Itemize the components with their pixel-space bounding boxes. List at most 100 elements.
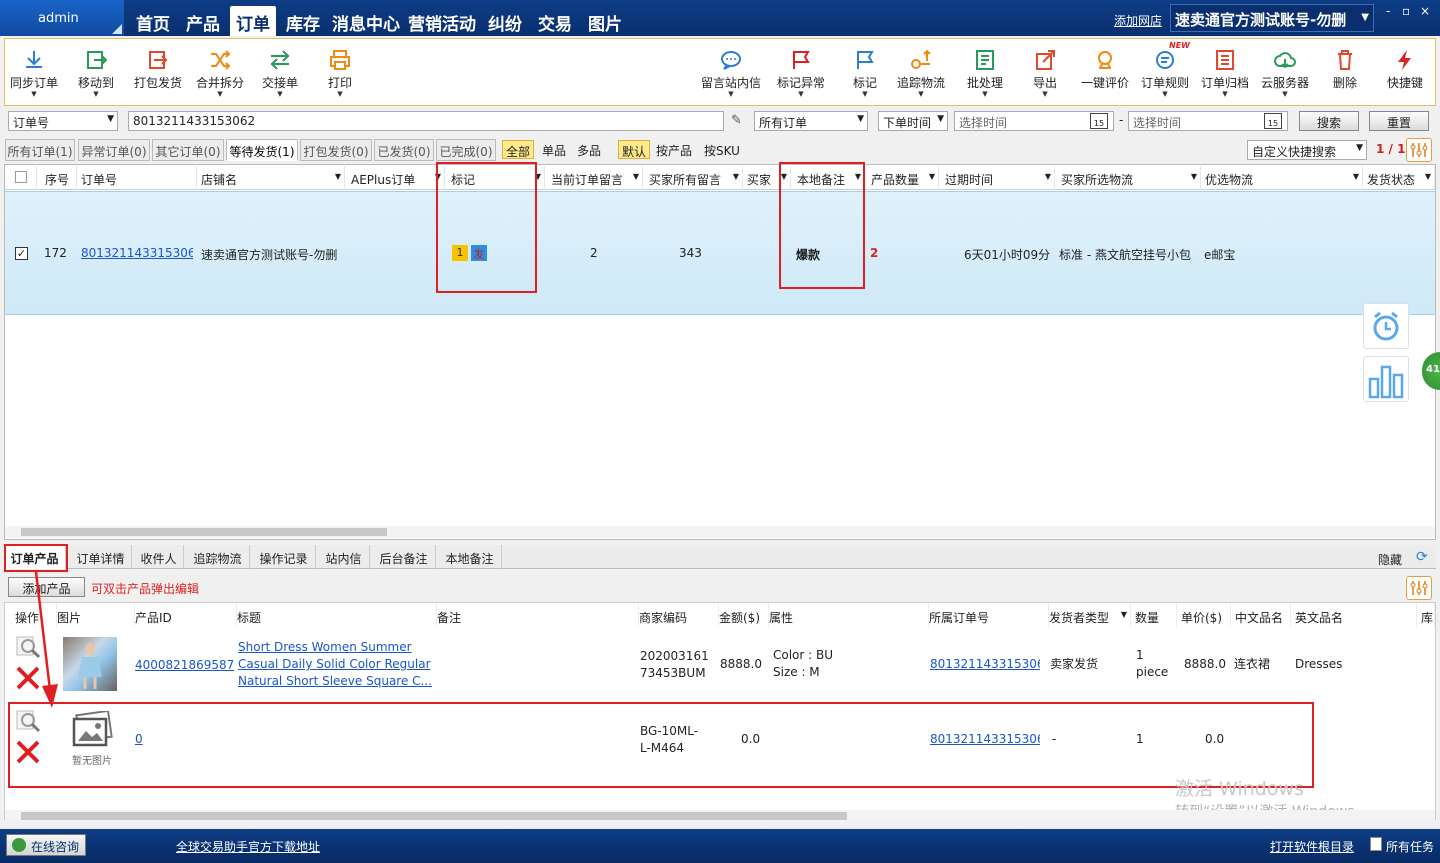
- close-button[interactable]: ×: [1420, 4, 1430, 18]
- tab-abnormal-orders[interactable]: 异常订单(0): [78, 139, 150, 161]
- filter-all[interactable]: 全部: [502, 140, 534, 159]
- nav-home[interactable]: 首页: [130, 6, 176, 36]
- restore-button[interactable]: ▫: [1402, 4, 1410, 18]
- pcol-attributes[interactable]: 属性: [769, 603, 929, 627]
- toolbar-left-5-button[interactable]: 打印 ▼: [310, 38, 370, 104]
- order-scope-select[interactable]: 所有订单 ▼: [754, 111, 868, 131]
- col-seq[interactable]: 序号: [37, 166, 77, 190]
- toolbar-right-7-button[interactable]: 订单规则 ▼ NEW: [1134, 38, 1196, 104]
- nav-messages[interactable]: 消息中心: [330, 6, 402, 36]
- nav-orders[interactable]: 订单: [230, 6, 276, 36]
- settings-sliders-icon[interactable]: [1406, 138, 1432, 162]
- pcol-product-id[interactable]: 产品ID: [135, 603, 237, 627]
- pcol-amount[interactable]: 金额($): [719, 603, 769, 627]
- toolbar-right-1-button[interactable]: 标记异常 ▼: [770, 38, 832, 104]
- tab-shipped[interactable]: 已发货(0): [374, 139, 434, 161]
- pcol-en-name[interactable]: 英文品名: [1291, 603, 1417, 627]
- pcol-title[interactable]: 标题: [237, 603, 437, 627]
- tab-packed[interactable]: 打包发货(0): [300, 139, 372, 161]
- filter-multi[interactable]: 多品: [573, 140, 605, 159]
- quick-search-select[interactable]: 自定义快捷搜索 ▼: [1247, 140, 1367, 160]
- order-row[interactable]: ✓ 172 8013211433153062 速卖通官方测试账号-勿删 1 发 …: [5, 191, 1435, 315]
- toolbar-right-4-button[interactable]: 批处理 ▼: [954, 38, 1016, 104]
- toolbar-right-8-button[interactable]: 订单归档 ▼: [1194, 38, 1256, 104]
- toolbar-left-4-button[interactable]: 交接单 ▼: [250, 38, 310, 104]
- product-title[interactable]: Short Dress Women Summer Casual Daily So…: [238, 639, 432, 690]
- tab-tracking[interactable]: 追踪物流: [186, 545, 250, 569]
- tab-order-details[interactable]: 订单详情: [70, 545, 132, 569]
- sort-default[interactable]: 默认: [618, 140, 650, 159]
- col-expire[interactable]: 过期时间 ▼: [939, 166, 1055, 190]
- toolbar-right-9-button[interactable]: 云服务器 ▼: [1254, 38, 1316, 104]
- online-consult-button[interactable]: 在线咨询: [6, 834, 86, 856]
- all-tasks-link[interactable]: 所有任务: [1386, 838, 1434, 855]
- product-order-link[interactable]: 8013211433153062: [930, 656, 1040, 673]
- col-ship-status[interactable]: 发货状态 ▼: [1363, 166, 1435, 190]
- time-type-select[interactable]: 下单时间 ▼: [878, 111, 948, 131]
- bar-chart-icon[interactable]: [1363, 356, 1409, 402]
- calendar-icon[interactable]: 15: [1264, 113, 1282, 129]
- toolbar-right-2-button[interactable]: 标记 ▼: [834, 38, 896, 104]
- reset-button[interactable]: 重置: [1369, 111, 1429, 131]
- tab-messages[interactable]: 站内信: [318, 545, 370, 569]
- nav-images[interactable]: 图片: [582, 6, 628, 36]
- calendar-icon[interactable]: 15: [1090, 113, 1108, 129]
- row-order-no-link[interactable]: 8013211433153062: [81, 246, 193, 260]
- add-shop-link[interactable]: 添加网店: [1114, 12, 1162, 29]
- pcol-shipper[interactable]: 发货者类型 ▼: [1049, 603, 1131, 627]
- alarm-clock-icon[interactable]: [1363, 303, 1409, 349]
- toolbar-right-6-button[interactable]: 一键评价: [1074, 38, 1136, 104]
- col-buyer-logistics[interactable]: 买家所选物流 ▼: [1055, 166, 1201, 190]
- col-buyer-msgs[interactable]: 买家所有留言 ▼: [643, 166, 743, 190]
- toolbar-left-1-button[interactable]: 移动到 ▼: [66, 38, 126, 104]
- pcol-image[interactable]: 图片: [57, 603, 135, 627]
- nav-marketing[interactable]: 营销活动: [406, 6, 478, 36]
- col-shop[interactable]: 店铺名 ▼: [197, 166, 345, 190]
- product-thumbnail[interactable]: [63, 637, 117, 691]
- download-link[interactable]: 全球交易助手官方下载地址: [176, 838, 320, 855]
- pcol-qty[interactable]: 数量: [1131, 603, 1177, 627]
- toolbar-right-5-button[interactable]: 导出 ▼: [1014, 38, 1076, 104]
- toolbar-left-0-button[interactable]: 同步订单 ▼: [4, 38, 64, 104]
- filter-single[interactable]: 单品: [538, 140, 570, 159]
- pcol-unit-price[interactable]: 单价($): [1177, 603, 1231, 627]
- open-root-dir-link[interactable]: 打开软件根目录: [1270, 838, 1354, 855]
- col-qty[interactable]: 产品数量 ▼: [865, 166, 939, 190]
- nav-products[interactable]: 产品: [180, 6, 226, 36]
- scrollbar-thumb[interactable]: [21, 812, 847, 820]
- toolbar-right-11-button[interactable]: 快捷键: [1374, 38, 1436, 104]
- tab-completed[interactable]: 已完成(0): [436, 139, 496, 161]
- tab-all-orders[interactable]: 所有订单(1): [5, 139, 75, 161]
- products-horizontal-scrollbar[interactable]: [5, 810, 1435, 822]
- select-all-checkbox[interactable]: [15, 171, 27, 183]
- col-aeplus[interactable]: AEPlus订单 ▼: [345, 166, 445, 190]
- toolbar-right-0-button[interactable]: 留言站内信 ▼: [700, 38, 762, 104]
- title-line[interactable]: Short Dress Women Summer: [238, 639, 432, 656]
- search-field-select[interactable]: 订单号 ▼: [8, 111, 118, 131]
- user-menu[interactable]: admin: [0, 0, 124, 36]
- tab-recipient[interactable]: 收件人: [134, 545, 184, 569]
- tab-local-note[interactable]: 本地备注: [438, 545, 502, 569]
- col-order-no[interactable]: 订单号: [77, 166, 197, 190]
- tab-backend-note[interactable]: 后台备注: [372, 545, 436, 569]
- search-input[interactable]: 8013211433153062: [128, 111, 724, 131]
- pcol-note[interactable]: 备注: [437, 603, 639, 627]
- col-preferred-logistics[interactable]: 优选物流 ▼: [1201, 166, 1363, 190]
- tab-other-orders[interactable]: 其它订单(0): [152, 139, 224, 161]
- hide-panel-link[interactable]: 隐藏: [1378, 551, 1402, 568]
- pcol-cn-name[interactable]: 中文品名: [1231, 603, 1291, 627]
- scrollbar-thumb[interactable]: [21, 528, 387, 536]
- nav-disputes[interactable]: 纠纷: [482, 6, 528, 36]
- tab-awaiting-shipment[interactable]: 等待发货(1): [226, 139, 298, 161]
- col-current-msg[interactable]: 当前订单留言 ▼: [545, 166, 643, 190]
- sort-by-sku[interactable]: 按SKU: [700, 140, 744, 159]
- settings-sliders-icon[interactable]: [1406, 576, 1432, 600]
- pcol-order-no[interactable]: 所属订单号: [929, 603, 1049, 627]
- product-id-link[interactable]: 4000821869587: [135, 657, 234, 674]
- nav-trade[interactable]: 交易: [532, 6, 578, 36]
- toolbar-right-10-button[interactable]: 删除: [1314, 38, 1376, 104]
- refresh-icon[interactable]: ⟳: [1416, 549, 1428, 565]
- pcol-sku[interactable]: 商家编码: [639, 603, 719, 627]
- pencil-icon[interactable]: ✎: [731, 113, 742, 128]
- pcol-stock[interactable]: 库: [1417, 603, 1435, 627]
